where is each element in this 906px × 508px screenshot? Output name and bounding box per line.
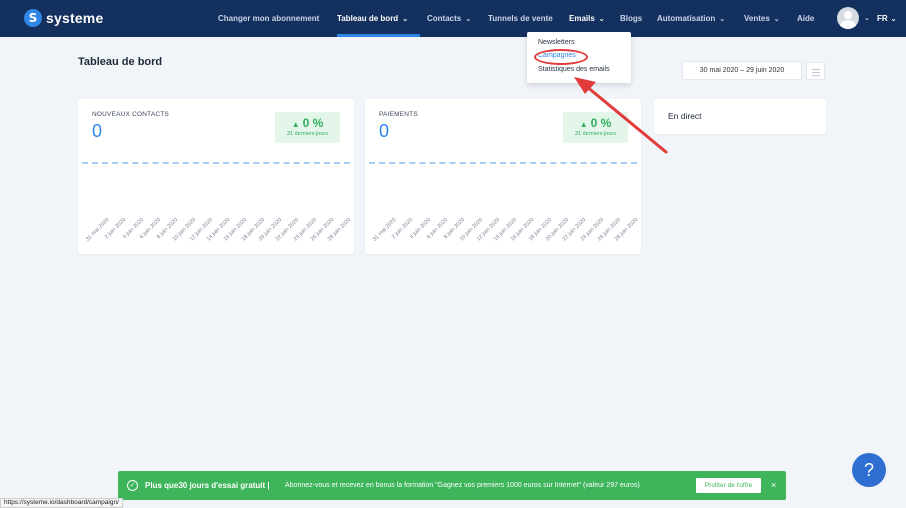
trend-badge: ▲ 0 % 31 derniers jours [275, 112, 340, 143]
chevron-down-icon: ⌄ [465, 16, 472, 23]
card-label: PAIEMENTS [379, 111, 418, 118]
nav-help[interactable]: Aide [797, 0, 814, 37]
nav-change-subscription[interactable]: Changer mon abonnement [218, 0, 319, 37]
live-card: En direct [654, 99, 826, 134]
close-icon[interactable]: × [771, 471, 776, 500]
claim-offer-button[interactable]: Profiter de l'offre [696, 478, 761, 493]
nav-automation[interactable]: Automatisation ⌄ [657, 0, 725, 37]
chevron-down-icon: ⌄ [890, 16, 897, 23]
check-circle-icon: ✓ [127, 480, 138, 491]
chart-x-axis: 31 mai 2020 2 juin 2020 4 juin 2020 6 juin … [78, 217, 354, 257]
user-avatar[interactable] [837, 7, 859, 29]
trend-up-icon: ▲ [579, 120, 588, 129]
top-navbar: S systeme Changer mon abonnement Tableau… [0, 0, 906, 37]
help-button[interactable]: ? [852, 453, 886, 487]
date-filter-menu-icon[interactable] [806, 62, 825, 80]
promo-headline: Plus que30 jours d'essai gratuit | [145, 481, 270, 490]
menu-item-email-statistics[interactable]: Statistiques des emails [538, 66, 610, 73]
trend-period: 31 derniers jours [287, 131, 328, 137]
chevron-down-icon[interactable]: ⌄ [864, 0, 870, 37]
chart-line [82, 162, 350, 164]
chevron-down-icon: ⌄ [402, 16, 409, 23]
new-contacts-card: NOUVEAUX CONTACTS 0 ▲ 0 % 31 derniers jou… [78, 99, 354, 254]
nav-sales[interactable]: Ventes ⌄ [744, 0, 780, 37]
trend-up-icon: ▲ [291, 120, 300, 129]
trend-badge: ▲ 0 % 31 derniers jours [563, 112, 628, 143]
trend-period: 31 derniers jours [575, 131, 616, 137]
annotation-circle [534, 49, 588, 65]
promo-description: Abonnez-vous et recevez en bonus la form… [285, 482, 640, 489]
chevron-down-icon: ⌄ [773, 16, 780, 23]
browser-status-url: https://systeme.io/dashboard/campaign/ [0, 498, 123, 508]
nav-dashboard[interactable]: Tableau de bord ⌄ [337, 0, 408, 37]
card-value: 0 [379, 121, 390, 141]
menu-item-newsletters[interactable]: Newsletters [538, 39, 575, 46]
nav-contacts[interactable]: Contacts ⌄ [427, 0, 471, 37]
brand-name: systeme [46, 10, 104, 26]
trend-percent: 0 % [590, 116, 612, 130]
chart-line [369, 162, 637, 164]
active-tab-indicator [337, 34, 420, 37]
trend-percent: 0 % [302, 116, 324, 130]
trial-promo-banner: ✓ Plus que30 jours d'essai gratuit | Abo… [118, 471, 786, 500]
systeme-logo-icon: S [24, 9, 42, 27]
page-title: Tableau de bord [78, 56, 163, 68]
card-label: NOUVEAUX CONTACTS [92, 111, 169, 118]
date-range-picker[interactable]: 30 mai 2020 – 29 juin 2020 [682, 61, 802, 80]
language-selector[interactable]: FR ⌄ [877, 0, 897, 38]
chart-x-axis: 31 mai 2020 2 juin 2020 4 juin 2020 6 juin … [365, 217, 641, 257]
systeme-logo[interactable]: S systeme [24, 8, 103, 28]
live-card-title: En direct [668, 111, 702, 121]
chevron-down-icon: ⌄ [719, 16, 726, 23]
payments-card: PAIEMENTS 0 ▲ 0 % 31 derniers jours 31 ma… [365, 99, 641, 254]
card-value: 0 [92, 121, 103, 141]
